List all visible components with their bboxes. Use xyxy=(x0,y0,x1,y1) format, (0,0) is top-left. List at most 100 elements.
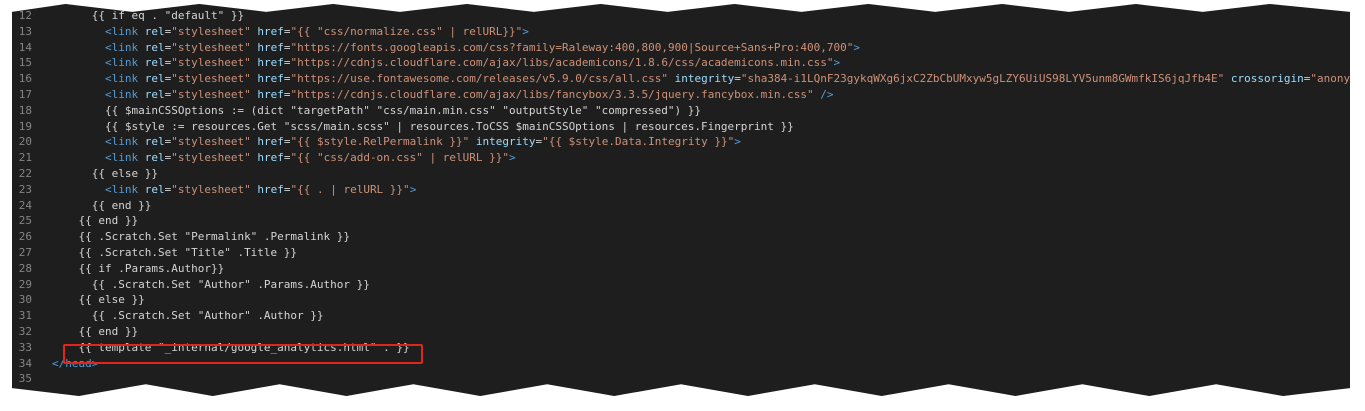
token-str: "{{ $style.Data.Integrity }}" xyxy=(542,135,735,149)
token-attr: integrity xyxy=(475,135,536,149)
line-content: {{ if eq . "default" }} xyxy=(52,8,244,24)
line-content: <link rel="stylesheet" href="{{ . | relU… xyxy=(52,182,416,198)
code-line[interactable]: 12 {{ if eq . "default" }} xyxy=(12,8,1350,24)
code-line[interactable]: 20 <link rel="stylesheet" href="{{ $styl… xyxy=(12,134,1350,150)
code-line[interactable]: 16 <link rel="stylesheet" href="https://… xyxy=(12,71,1350,87)
code-line[interactable]: 19 {{ $style := resources.Get "scss/main… xyxy=(12,119,1350,135)
token-tag: > xyxy=(509,151,516,165)
token-attr: crossorigin xyxy=(1230,72,1304,86)
token-tpl xyxy=(668,72,675,85)
code-line[interactable]: 27 {{ .Scratch.Set "Title" .Title }} xyxy=(12,245,1350,261)
token-attr: href xyxy=(257,87,284,101)
token-str: "{{ . | relURL }}" xyxy=(290,182,410,196)
line-number: 19 xyxy=(18,119,32,133)
line-number: 28 xyxy=(18,261,32,275)
token-str: "https://cdnjs.cloudflare.com/ajax/libs/… xyxy=(290,87,814,101)
code-line[interactable]: 26 {{ .Scratch.Set "Permalink" .Permalin… xyxy=(12,229,1350,245)
line-number: 34 xyxy=(18,356,32,370)
token-tpl xyxy=(138,72,145,85)
token-tpl: {{ .Scratch.Set "Permalink" .Permalink }… xyxy=(78,230,351,244)
token-tpl xyxy=(138,56,145,69)
token-tpl: {{ end }} xyxy=(78,324,139,338)
code-line[interactable]: 21 <link rel="stylesheet" href="{{ "css/… xyxy=(12,150,1350,166)
token-tag: > xyxy=(522,24,529,38)
code-area[interactable]: 12 {{ if eq . "default" }} 13 <link rel="… xyxy=(12,8,1350,387)
line-number: 25 xyxy=(18,214,32,228)
code-line[interactable]: 22 {{ else }} xyxy=(12,166,1350,182)
token-attr: rel xyxy=(144,182,165,196)
line-content: {{ else }} xyxy=(52,166,158,182)
token-attr: rel xyxy=(144,72,165,86)
token-str: "https://cdnjs.cloudflare.com/ajax/libs/… xyxy=(290,56,834,70)
code-line[interactable]: 23 <link rel="stylesheet" href="{{ . | r… xyxy=(12,182,1350,198)
token-attr: href xyxy=(257,182,284,196)
code-line[interactable]: 14 <link rel="stylesheet" href="https://… xyxy=(12,40,1350,56)
line-content: <link rel="stylesheet" href="https://cdn… xyxy=(52,87,834,103)
token-tpl xyxy=(1224,72,1231,85)
token-tpl: {{ end }} xyxy=(78,214,139,228)
token-str: "stylesheet" xyxy=(171,151,251,165)
code-editor[interactable]: 12 {{ if eq . "default" }} 13 <link rel="… xyxy=(12,4,1350,396)
code-line[interactable]: 35 xyxy=(12,371,1350,387)
token-tag: > xyxy=(853,40,861,54)
line-number: 29 xyxy=(18,277,32,291)
token-str: "anonymous" xyxy=(1310,72,1364,86)
code-line[interactable]: 13 <link rel="stylesheet" href="{{ "css/… xyxy=(12,24,1350,40)
line-content: {{ end }} xyxy=(52,213,139,229)
line-content: {{ if .Params.Author}} xyxy=(52,261,225,277)
code-line[interactable]: 25 {{ end }} xyxy=(12,213,1350,229)
code-line[interactable]: 29 {{ .Scratch.Set "Author" .Params.Auth… xyxy=(12,277,1350,293)
code-line[interactable]: 28 {{ if .Params.Author}} xyxy=(12,261,1350,277)
code-line[interactable]: 31 {{ .Scratch.Set "Author" .Author }} xyxy=(12,308,1350,324)
token-tag: /> xyxy=(820,87,834,101)
token-attr: href xyxy=(257,40,284,54)
token-tpl xyxy=(138,183,145,196)
line-content: <link rel="stylesheet" href="https://fon… xyxy=(52,40,860,56)
line-number: 16 xyxy=(18,72,32,86)
token-attr: rel xyxy=(144,151,165,165)
token-str: "stylesheet" xyxy=(171,135,251,149)
code-line[interactable]: 15 <link rel="stylesheet" href="https://… xyxy=(12,55,1350,71)
line-number: 13 xyxy=(18,24,32,38)
line-number: 23 xyxy=(18,182,32,196)
token-str: "stylesheet" xyxy=(171,40,251,54)
token-str: "{{ "css/add-on.css" | relURL }}" xyxy=(290,151,510,165)
token-tag: <link xyxy=(104,151,139,165)
token-tpl xyxy=(138,25,145,38)
line-content: {{ end }} xyxy=(52,198,152,214)
code-line[interactable]: 17 <link rel="stylesheet" href="https://… xyxy=(12,87,1350,103)
line-number: 33 xyxy=(18,340,32,354)
line-number: 20 xyxy=(18,135,32,149)
line-content: <link rel="stylesheet" href="https://cdn… xyxy=(52,55,840,71)
code-line[interactable]: 18 {{ $mainCSSOptions := (dict "targetPa… xyxy=(12,103,1350,119)
token-str: "https://use.fontawesome.com/releases/v5… xyxy=(290,72,668,86)
token-str: "stylesheet" xyxy=(171,182,251,196)
highlight-annotation-box xyxy=(63,344,423,364)
token-tag: > xyxy=(409,182,417,196)
line-content: {{ .Scratch.Set "Title" .Title }} xyxy=(52,245,298,261)
token-attr: rel xyxy=(144,24,165,38)
token-tag: > xyxy=(734,135,741,149)
line-number: 35 xyxy=(18,372,32,386)
token-tpl xyxy=(138,41,145,54)
line-content: <link rel="stylesheet" href="https://use… xyxy=(52,71,1364,87)
token-tpl: {{ if .Params.Author}} xyxy=(78,261,225,275)
code-line[interactable]: 24 {{ end }} xyxy=(12,198,1350,214)
line-content: <link rel="stylesheet" href="{{ $style.R… xyxy=(52,134,741,150)
token-tpl xyxy=(469,135,476,148)
token-str: "{{ "css/normalize.css" | relURL}}" xyxy=(290,24,523,38)
code-line[interactable]: 30 {{ else }} xyxy=(12,292,1350,308)
code-line[interactable]: 32 {{ end }} xyxy=(12,324,1350,340)
token-tpl: {{ if eq . "default" }} xyxy=(91,9,245,22)
